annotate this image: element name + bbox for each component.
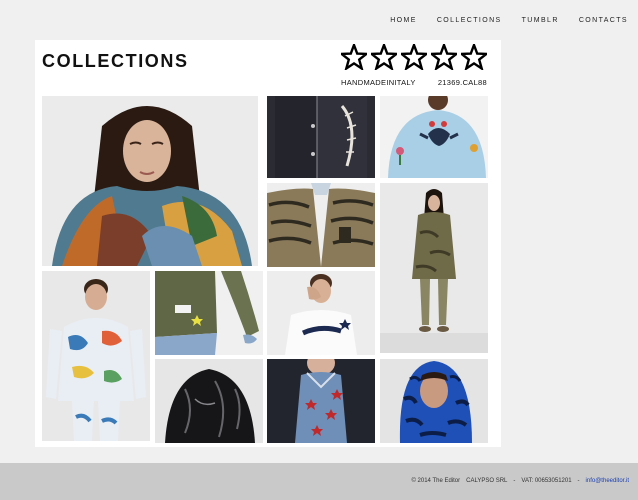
collections-panel: COLLECTIONS HANDMADEINITALY 21369.CAL88 [35, 40, 501, 447]
embroidered-eagle-jacket-photo [380, 96, 488, 178]
black-vinyl-jacket-photo [155, 359, 263, 443]
olive-pants-cuff-photo [155, 271, 263, 355]
product-code: 21369.CAL88 [437, 78, 487, 87]
tagline: HANDMADEINITALY [341, 78, 416, 87]
model-camo-parka-photo [380, 183, 488, 353]
vat-number: VAT: 00653051201 [521, 478, 572, 484]
gallery-tile-star-shirt[interactable] [267, 359, 375, 443]
denim-jacket-embroidery-photo [267, 96, 375, 178]
gallery-tile-fur-coat[interactable] [42, 96, 258, 266]
gallery-tile-editor-tee[interactable] [267, 271, 375, 355]
star-icon [461, 44, 487, 70]
tiger-camo-jacket-photo [267, 183, 375, 267]
page-title: COLLECTIONS [42, 51, 189, 71]
top-nav: HOME COLLECTIONS TUMBLR CONTACTS [390, 17, 628, 24]
copyright-text: © 2014 The Editor [411, 478, 461, 484]
editor-tshirt-photo [267, 271, 375, 355]
nav-tumblr[interactable]: TUMBLR [522, 17, 559, 24]
nav-collections[interactable]: COLLECTIONS [437, 17, 502, 24]
company-name: CALYPSO SRL [466, 478, 508, 484]
gallery-tile-denim-jacket[interactable] [267, 96, 375, 178]
star-icon [371, 44, 397, 70]
star-rating [341, 44, 487, 70]
painted-print-suit-photo [42, 271, 150, 441]
star-icon [401, 44, 427, 70]
email-link[interactable]: info@theeditor.it [586, 478, 629, 484]
woman-fur-coat-photo [42, 96, 258, 266]
site-footer: © 2014 The Editor CALYPSO SRL - VAT: 006… [0, 463, 638, 500]
footer-separator: - [513, 478, 516, 484]
gallery-tile-print-suit[interactable] [42, 271, 150, 441]
blue-zebra-parka-photo [380, 359, 488, 443]
gallery-tile-zebra-parka[interactable] [380, 359, 488, 443]
gallery-tile-camo-parka[interactable] [380, 183, 488, 353]
star-icon [431, 44, 457, 70]
footer-separator: - [577, 478, 580, 484]
nav-home[interactable]: HOME [390, 17, 417, 24]
gallery-tile-vinyl-jacket[interactable] [155, 359, 263, 443]
gallery-tile-eagle-jacket[interactable] [380, 96, 488, 178]
nav-contacts[interactable]: CONTACTS [579, 17, 628, 24]
footer-info: © 2014 The Editor CALYPSO SRL - VAT: 006… [411, 478, 629, 484]
gallery-tile-olive-pants[interactable] [155, 271, 263, 355]
gallery-tile-tiger-camo[interactable] [267, 183, 375, 267]
star-print-shirt-photo [267, 359, 375, 443]
star-icon [341, 44, 367, 70]
